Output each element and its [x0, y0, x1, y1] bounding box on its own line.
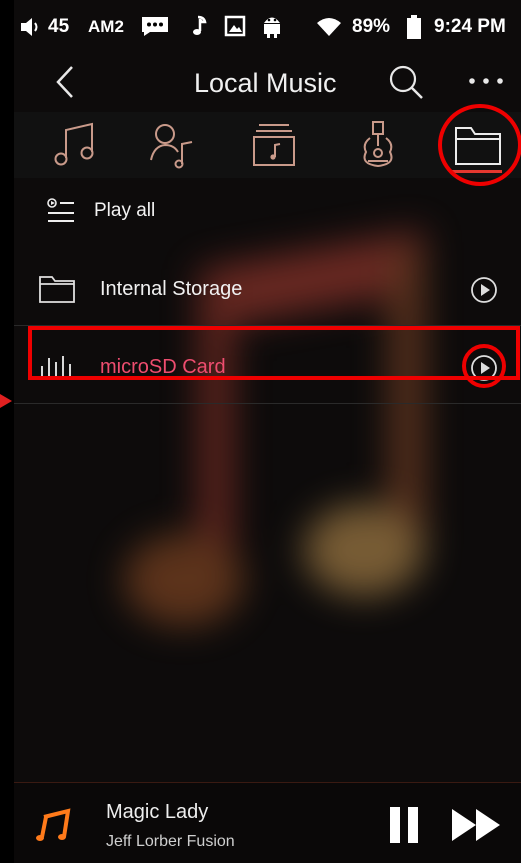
- folder-icon: [455, 127, 501, 165]
- play-all-button[interactable]: Play all: [14, 186, 521, 236]
- play-all-icon: [47, 198, 74, 222]
- album-icon: [253, 124, 295, 166]
- search-icon[interactable]: [388, 64, 424, 100]
- volume-level: 45: [48, 16, 70, 37]
- list-item-microsd-card[interactable]: microSD Card: [14, 326, 521, 404]
- now-playing-bar[interactable]: Magic Lady Jeff Lorber Fusion: [14, 782, 521, 863]
- tab-genres[interactable]: [350, 118, 406, 172]
- pause-icon[interactable]: [384, 805, 424, 845]
- artist-icon: [150, 124, 193, 169]
- gallery-icon: [224, 15, 246, 37]
- category-tabs: [14, 112, 521, 178]
- wifi-icon: [317, 18, 341, 36]
- android-icon: [264, 17, 280, 38]
- fast-forward-icon[interactable]: [450, 807, 504, 843]
- genre-guitar-icon: [363, 121, 393, 168]
- music-notification-icon: [193, 15, 207, 35]
- volume-icon: [21, 18, 38, 36]
- list-item-internal-storage[interactable]: Internal Storage: [14, 248, 521, 326]
- app-screen: 45 AM2 89% 9:24 PM Local Music Play all …: [14, 0, 521, 863]
- app-bar: Local Music: [14, 52, 521, 112]
- message-icon: [142, 17, 168, 36]
- annotation-arrow-fragment: [0, 394, 12, 408]
- tab-songs[interactable]: [48, 118, 104, 172]
- page-title: Local Music: [194, 68, 337, 98]
- storage-name: microSD Card: [100, 356, 226, 378]
- status-bar: 45 AM2 89% 9:24 PM: [14, 0, 521, 52]
- play-circle-icon[interactable]: [470, 276, 498, 304]
- output-mode: AM2: [88, 17, 124, 36]
- back-arrow-icon[interactable]: [48, 64, 84, 100]
- music-note-icon: [36, 808, 71, 841]
- tab-albums[interactable]: [246, 118, 302, 172]
- battery-icon: [407, 15, 421, 39]
- play-circle-icon[interactable]: [470, 354, 498, 382]
- play-all-label: Play all: [94, 200, 156, 221]
- now-playing-title: Magic Lady: [106, 801, 209, 823]
- music-note-icon: [54, 122, 94, 166]
- battery-percent: 89%: [352, 16, 391, 37]
- storage-name: Internal Storage: [100, 278, 243, 300]
- more-dots-icon[interactable]: [466, 76, 506, 86]
- active-tab-indicator: [450, 170, 502, 173]
- clock: 9:24 PM: [434, 16, 506, 37]
- tab-folders[interactable]: [450, 118, 506, 172]
- sd-card-icon: [41, 356, 71, 380]
- folder-icon: [39, 276, 75, 303]
- now-playing-artist: Jeff Lorber Fusion: [106, 833, 235, 850]
- tab-artists[interactable]: [144, 118, 200, 172]
